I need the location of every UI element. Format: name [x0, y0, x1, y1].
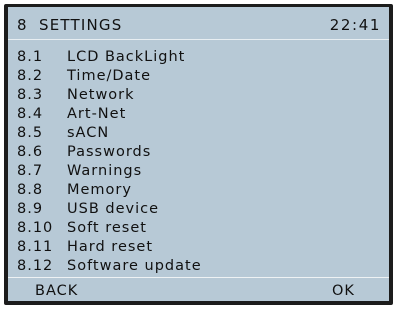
menu-item-number: 8.4 — [17, 106, 44, 122]
menu-item-label: Warnings — [67, 163, 143, 179]
menu-item-usb-device[interactable]: 8.9 USB device — [8, 200, 389, 219]
menu-item-software-update[interactable]: 8.12 Software update — [8, 257, 389, 276]
menu-item-memory[interactable]: 8.8 Memory — [8, 181, 389, 200]
menu-item-warnings[interactable]: 8.7 Warnings — [8, 162, 389, 181]
menu-item-number: 8.1 — [17, 49, 44, 65]
menu-item-label: LCD BackLight — [67, 49, 186, 65]
menu-item-number: 8.3 — [17, 87, 44, 103]
menu-item-label: Soft reset — [67, 220, 147, 236]
menu-item-label: Network — [67, 87, 135, 103]
menu-item-label: sACN — [67, 125, 110, 141]
settings-header: 8 SETTINGS 22:41 — [8, 7, 389, 40]
menu-item-number: 8.2 — [17, 68, 44, 84]
menu-item-number: 8.7 — [17, 163, 44, 179]
menu-item-label: Hard reset — [67, 239, 154, 255]
menu-item-number: 8.6 — [17, 144, 44, 160]
menu-item-passwords[interactable]: 8.6 Passwords — [8, 143, 389, 162]
menu-item-number: 8.8 — [17, 182, 44, 198]
menu-item-number: 8.11 — [17, 239, 54, 255]
menu-item-label: Art-Net — [67, 106, 127, 122]
page-title: SETTINGS — [39, 16, 123, 34]
menu-item-soft-reset[interactable]: 8.10 Soft reset — [8, 219, 389, 238]
menu-item-number: 8.9 — [17, 201, 44, 217]
menu-item-hard-reset[interactable]: 8.11 Hard reset — [8, 238, 389, 257]
menu-item-label: Passwords — [67, 144, 152, 160]
menu-item-label: USB device — [67, 201, 160, 217]
clock-time: 22:41 — [329, 16, 381, 34]
menu-item-sacn[interactable]: 8.5 sACN — [8, 124, 389, 143]
menu-item-label: Time/Date — [67, 68, 152, 84]
menu-item-art-net[interactable]: 8.4 Art-Net — [8, 105, 389, 124]
menu-number: 8 — [17, 16, 28, 34]
lcd-screen: 8 SETTINGS 22:41 8.1 LCD BackLight 8.2 T… — [8, 7, 389, 301]
menu-item-number: 8.12 — [17, 258, 54, 274]
menu-item-time-date[interactable]: 8.2 Time/Date — [8, 67, 389, 86]
menu-item-label: Software update — [67, 258, 202, 274]
menu-item-lcd-backlight[interactable]: 8.1 LCD BackLight — [8, 48, 389, 67]
softkey-bar: BACK OK — [8, 277, 389, 301]
menu-item-network[interactable]: 8.3 Network — [8, 86, 389, 105]
settings-menu: 8.1 LCD BackLight 8.2 Time/Date 8.3 Netw… — [8, 48, 389, 276]
menu-item-number: 8.10 — [17, 220, 54, 236]
menu-item-number: 8.5 — [17, 125, 44, 141]
menu-item-label: Memory — [67, 182, 132, 198]
back-softkey[interactable]: BACK — [35, 278, 78, 301]
ok-softkey[interactable]: OK — [332, 278, 355, 301]
